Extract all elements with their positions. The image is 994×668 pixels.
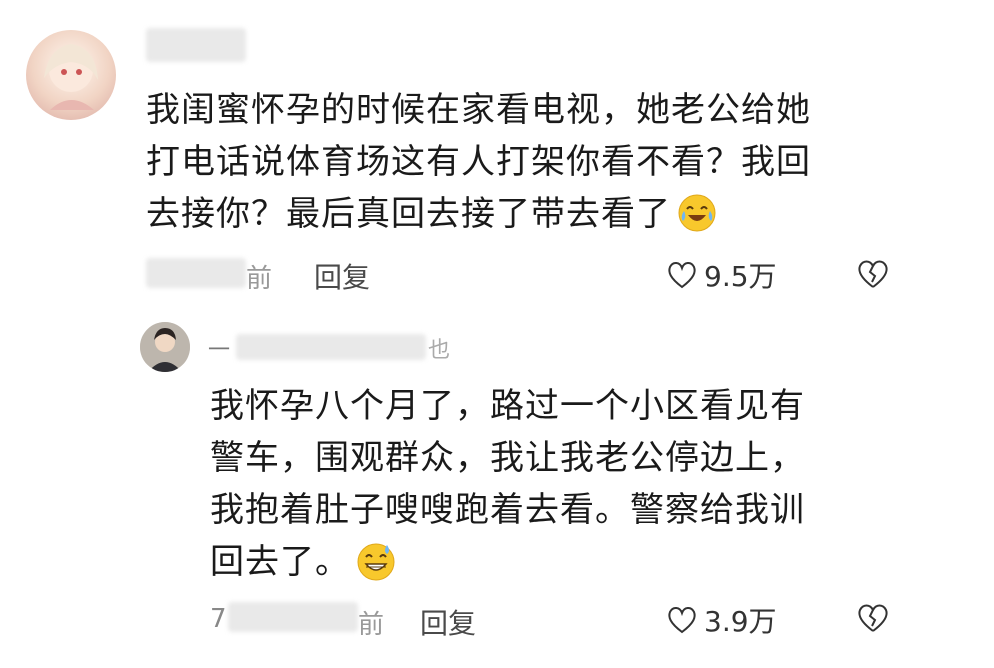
comment-2-line: 警车，围观群众，我让我老公停边上， <box>210 438 805 478</box>
comment-2-like-count: 3.9万 <box>704 605 777 638</box>
comment-2-avatar[interactable] <box>140 322 190 372</box>
comment-1-like-button[interactable]: 9.5万 <box>666 255 777 295</box>
comment-1-time-blurred <box>146 258 246 288</box>
broken-heart-icon[interactable] <box>856 602 890 634</box>
comment-2-like-button[interactable]: 3.9万 <box>666 600 777 640</box>
comment-1-body: 我闺蜜怀孕的时候在家看电视，她老公给她 打电话说体育场这有人打架你看不看？我回 … <box>146 84 906 240</box>
comment-1-line-with-emoji: 去接你？最后真回去接了带去看了 <box>146 188 906 240</box>
comment-1-like-count: 9.5万 <box>704 260 777 293</box>
comment-2-line: 回去了。 <box>210 542 350 582</box>
laughing-tears-emoji-icon <box>678 194 716 232</box>
comment-1-line: 去接你？最后真回去接了带去看了 <box>146 194 671 234</box>
broken-heart-icon[interactable] <box>856 258 890 290</box>
comment-2-reply-button[interactable]: 回复 <box>420 602 476 642</box>
comment-2-username-tail: 也 <box>428 338 451 363</box>
comment-2-username-blurred[interactable] <box>236 334 426 360</box>
comment-1-username-blurred[interactable] <box>146 28 246 62</box>
heart-outline-icon <box>668 607 696 634</box>
comment-2-body: 我怀孕八个月了，路过一个小区看见有 警车，围观群众，我让我老公停边上， 我抱着肚… <box>210 380 910 588</box>
comment-1-line: 打电话说体育场这有人打架你看不看？我回 <box>146 142 811 182</box>
comment-1-time-fragment: 前 <box>246 264 273 294</box>
comment-2-username-fragment: 一 <box>208 338 231 363</box>
comment-2-time-fragment: 前 <box>358 610 385 640</box>
comment-1-reply-button[interactable]: 回复 <box>314 256 370 296</box>
comment-1-avatar[interactable] <box>26 30 116 120</box>
comment-2-time-prefix: 7 <box>210 604 227 634</box>
heart-outline-icon <box>668 262 696 289</box>
comment-2-line: 我怀孕八个月了，路过一个小区看见有 <box>210 386 805 426</box>
comment-1-line: 我闺蜜怀孕的时候在家看电视，她老公给她 <box>146 90 811 130</box>
comment-2-line-with-emoji: 回去了。 <box>210 536 910 588</box>
comment-2-time-blurred <box>228 602 358 632</box>
grinning-sweat-emoji-icon <box>357 543 395 581</box>
comment-2-line: 我抱着肚子嗖嗖跑着去看。警察给我训 <box>210 490 805 530</box>
